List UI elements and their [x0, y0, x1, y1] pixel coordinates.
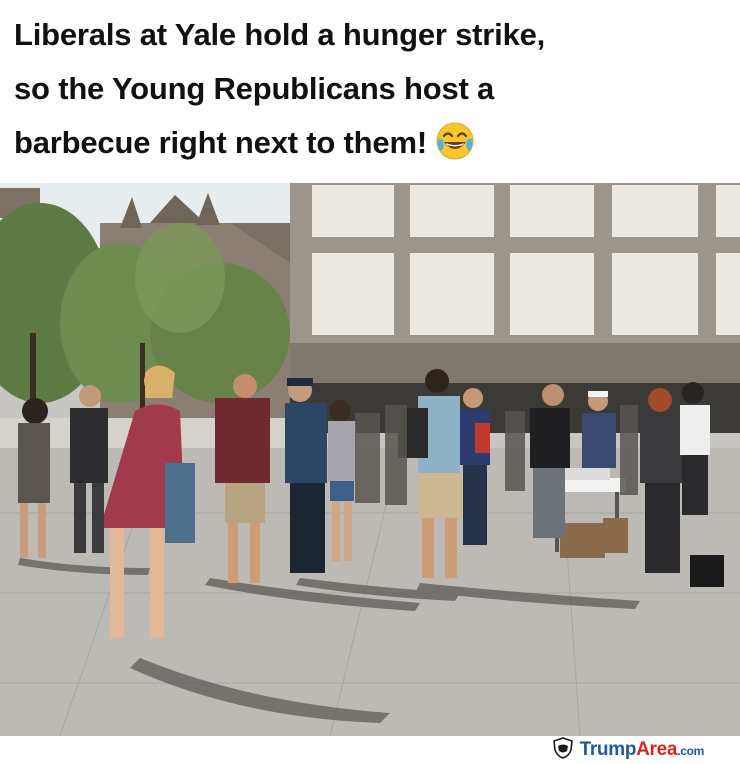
face-with-tears-of-joy-icon: [435, 121, 475, 161]
shield-logo-icon: [552, 736, 574, 764]
watermark-text: TrumpArea.com: [579, 739, 705, 761]
caption-line-3: barbecue right next to them!: [14, 125, 427, 160]
watermark-bar: TrumpArea.com: [0, 736, 740, 762]
person-blue-jacket: [285, 378, 327, 573]
brand-area: Area: [636, 739, 678, 760]
person-flag-shirt: [460, 388, 490, 545]
brand-trump: Trump: [579, 739, 637, 760]
watermark: TrumpArea.com: [552, 736, 705, 764]
caption-line-3-wrap: barbecue right next to them!: [14, 116, 714, 170]
campus-photo: [0, 183, 740, 736]
library-building: [290, 183, 740, 433]
person-red-hair: [640, 388, 685, 573]
brand-suffix: .com: [677, 744, 704, 758]
caption-line-2: so the Young Republicans host a: [14, 71, 495, 106]
post-caption: Liberals at Yale hold a hunger strike, s…: [14, 8, 714, 170]
caption-line-1: Liberals at Yale hold a hunger strike,: [14, 17, 546, 52]
photo-scene: [0, 183, 740, 736]
